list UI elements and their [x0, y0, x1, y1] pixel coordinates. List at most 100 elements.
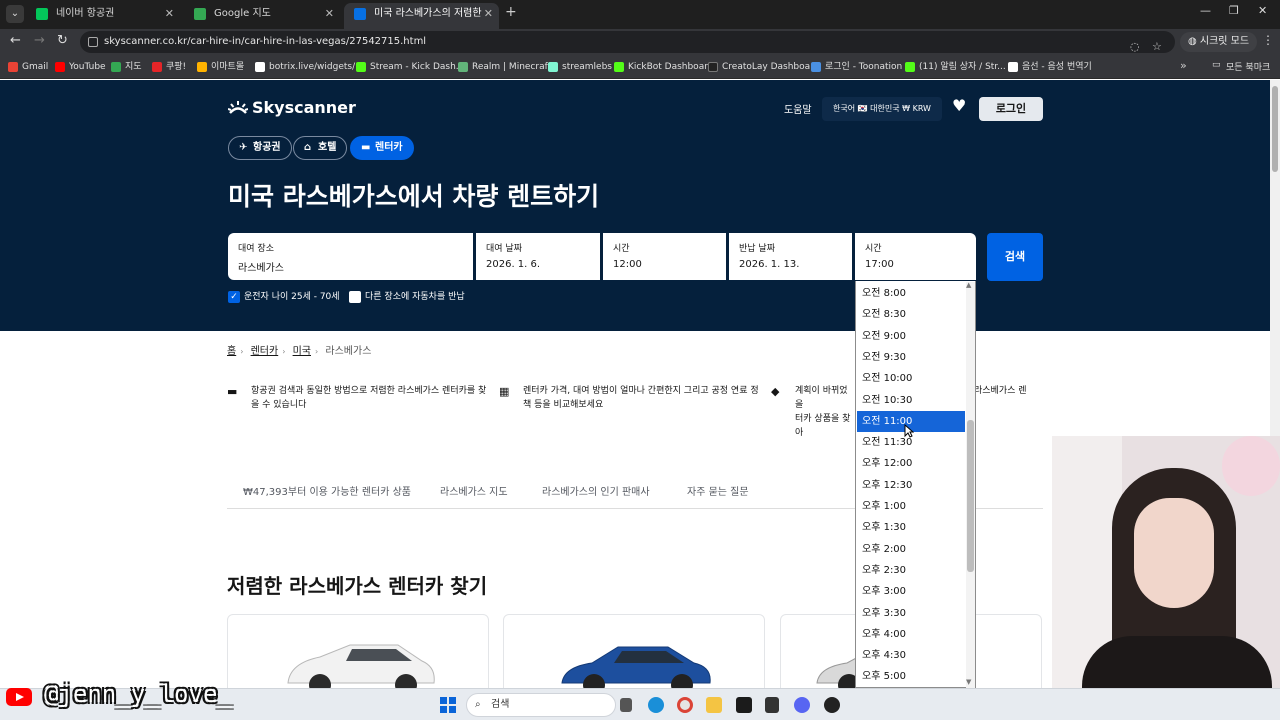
- bookmark-realm[interactable]: Realm | Minecraft: [458, 60, 551, 74]
- scroll-up-icon[interactable]: ▲: [966, 281, 971, 289]
- breadcrumb: 홈 › 렌터카 › 미국 › 라스베가스: [227, 342, 375, 357]
- car-card[interactable]: [503, 614, 765, 688]
- reload-icon[interactable]: ↻: [57, 33, 68, 48]
- scroll-down-icon[interactable]: ▼: [966, 678, 971, 686]
- bookmark-botrix[interactable]: botrix.live/widgets/...: [255, 60, 364, 74]
- breadcrumb-usa[interactable]: 미국: [293, 346, 311, 357]
- login-button[interactable]: 로그인: [979, 97, 1043, 121]
- time-option[interactable]: 오후 4:00: [857, 624, 965, 645]
- time-option[interactable]: 오후 2:00: [857, 539, 965, 560]
- saved-heart-icon[interactable]: ♥: [952, 96, 966, 115]
- bookmark-coupang[interactable]: 쿠팡!: [152, 60, 186, 74]
- time-option[interactable]: 오후 3:00: [857, 581, 965, 602]
- close-tab-icon[interactable]: ✕: [484, 3, 493, 25]
- bookmarks-overflow-icon[interactable]: »: [1180, 59, 1187, 72]
- breadcrumb-car-hire[interactable]: 렌터카: [251, 346, 279, 357]
- time-option[interactable]: 오전 8:30: [857, 304, 965, 325]
- return-time-dropdown[interactable]: 오전 8:00 오전 8:30 오전 9:00 오전 9:30 오전 10:00 오전 1…: [855, 281, 976, 688]
- bookmark-streamlabs[interactable]: streamlebs: [548, 60, 612, 74]
- file-explorer-icon[interactable]: [706, 697, 722, 713]
- time-option[interactable]: 오전 9:30: [857, 347, 965, 368]
- layers-app-icon[interactable]: [765, 697, 779, 713]
- tab-search-button[interactable]: ⌄: [6, 5, 24, 23]
- site-info-icon[interactable]: [88, 37, 98, 47]
- skyscanner-logo[interactable]: Skyscanner: [228, 98, 356, 118]
- pickup-date-field[interactable]: 대여 날짜 2026. 1. 6.: [476, 233, 600, 280]
- chip-car-hire[interactable]: ▬ 렌터카: [350, 136, 414, 160]
- search-button[interactable]: 검색: [987, 233, 1043, 281]
- all-bookmarks-folder[interactable]: ▭ 모든 북마크: [1212, 60, 1270, 73]
- bookmark-emart[interactable]: 이마트몰: [197, 60, 244, 74]
- skyscanner-sun-icon: [228, 101, 248, 114]
- chip-hotels[interactable]: ⌂ 호텔: [293, 136, 348, 160]
- dropdown-scrollbar-thumb[interactable]: [967, 420, 974, 572]
- bookmark-alert-box[interactable]: (11) 알림 상자 / Str...: [905, 60, 1006, 74]
- tab-google-maps[interactable]: Google 지도 ✕: [184, 3, 340, 29]
- back-icon[interactable]: ←: [10, 33, 21, 48]
- bookmark-kickbot[interactable]: KickBot Dashboard: [614, 60, 713, 74]
- time-option[interactable]: 오후 12:00: [857, 453, 965, 474]
- help-link[interactable]: 도움말: [784, 101, 812, 116]
- driver-age-checkbox[interactable]: ✓ 운전자 나이 25세 - 70세: [228, 291, 340, 303]
- time-option[interactable]: 오후 3:30: [857, 603, 965, 624]
- toonation-icon: [811, 62, 821, 72]
- time-option[interactable]: 오후 1:30: [857, 517, 965, 538]
- close-window-icon[interactable]: ✕: [1258, 4, 1267, 17]
- time-option[interactable]: 오후 2:30: [857, 560, 965, 581]
- incognito-badge[interactable]: ◍ 시크릿 모드: [1180, 32, 1258, 52]
- task-view-icon[interactable]: [620, 698, 632, 712]
- time-option[interactable]: 오전 8:00: [857, 283, 965, 304]
- forward-icon[interactable]: →: [34, 33, 45, 48]
- bookmark-toonation[interactable]: 로그인 - Toonation: [811, 60, 902, 74]
- google-maps-icon: [194, 8, 206, 20]
- time-option[interactable]: 오후 12:30: [857, 475, 965, 496]
- bookmark-gmail[interactable]: Gmail: [8, 60, 48, 74]
- return-elsewhere-checkbox[interactable]: 다른 장소에 자동차를 반납: [349, 291, 465, 303]
- botrix-icon: [255, 62, 265, 72]
- new-tab-button[interactable]: +: [505, 4, 517, 20]
- close-tab-icon[interactable]: ✕: [325, 3, 334, 25]
- tab-deals[interactable]: ₩47,393부터 이용 가능한 렌터카 상품: [243, 483, 411, 498]
- restore-icon[interactable]: ❐: [1229, 4, 1239, 17]
- time-option[interactable]: 오후 1:00: [857, 496, 965, 517]
- locale-selector[interactable]: 한국어 🇰🇷 대한민국 ₩ KRW: [822, 97, 942, 121]
- bookmark-voice-translator[interactable]: 음선 - 음성 번역기: [1008, 60, 1092, 74]
- pickup-time-field[interactable]: 시간 12:00: [603, 233, 726, 280]
- tab-top-suppliers[interactable]: 라스베가스의 인기 판매사: [542, 483, 650, 498]
- car-card[interactable]: [227, 614, 489, 688]
- section-title: 저렴한 라스베가스 렌터카 찾기: [227, 574, 488, 598]
- taskbar-search[interactable]: ⌕ 검색: [466, 693, 616, 717]
- bookmark-youtube[interactable]: YouTube: [55, 60, 106, 74]
- bookmark-kick-stream[interactable]: Stream - Kick Dash...: [356, 60, 464, 74]
- pickup-location-field[interactable]: 대여 장소 라스베가스: [228, 233, 473, 280]
- return-date-field[interactable]: 반납 날짜 2026. 1. 13.: [729, 233, 852, 280]
- time-option[interactable]: 오후 5:00: [857, 666, 965, 687]
- tab-naver-flights[interactable]: 네이버 항공권 ✕: [26, 3, 180, 29]
- minimize-icon[interactable]: —: [1200, 4, 1211, 17]
- obs-icon[interactable]: [824, 697, 840, 713]
- edge-icon[interactable]: [648, 697, 664, 713]
- tab-map[interactable]: 라스베가스 지도: [440, 483, 508, 498]
- windows-start-icon[interactable]: [440, 697, 456, 713]
- minecraft-icon: [458, 62, 468, 72]
- kick-app-icon[interactable]: [736, 697, 752, 713]
- tab-skyscanner[interactable]: 미국 라스베가스의 저렴한 렌터 ✕: [344, 3, 499, 29]
- menu-kebab-icon[interactable]: ⋮: [1262, 33, 1274, 47]
- breadcrumb-home[interactable]: 홈: [227, 346, 236, 357]
- time-option[interactable]: 오후 4:30: [857, 645, 965, 666]
- page-scrollbar-thumb[interactable]: [1272, 86, 1278, 172]
- time-option[interactable]: 오전 10:30: [857, 390, 965, 411]
- coupang-icon: [152, 62, 162, 72]
- bookmark-creatolay[interactable]: CreatoLay Dashboa...: [708, 60, 819, 74]
- chip-flights[interactable]: ✈ 항공권: [228, 136, 292, 160]
- address-bar[interactable]: skyscanner.co.kr/car-hire-in/car-hire-in…: [80, 31, 1175, 53]
- close-tab-icon[interactable]: ✕: [165, 3, 174, 25]
- return-time-field[interactable]: 시간 17:00: [855, 233, 976, 280]
- chrome-icon[interactable]: [677, 697, 693, 713]
- bookmark-maps[interactable]: 지도: [111, 60, 142, 74]
- hero-section: Skyscanner 도움말 한국어 🇰🇷 대한민국 ₩ KRW ♥ 로그인 ✈…: [0, 80, 1270, 331]
- tab-faq[interactable]: 자주 묻는 질문: [687, 483, 749, 498]
- time-option[interactable]: 오전 9:00: [857, 326, 965, 347]
- time-option[interactable]: 오전 10:00: [857, 368, 965, 389]
- discord-icon[interactable]: [794, 697, 810, 713]
